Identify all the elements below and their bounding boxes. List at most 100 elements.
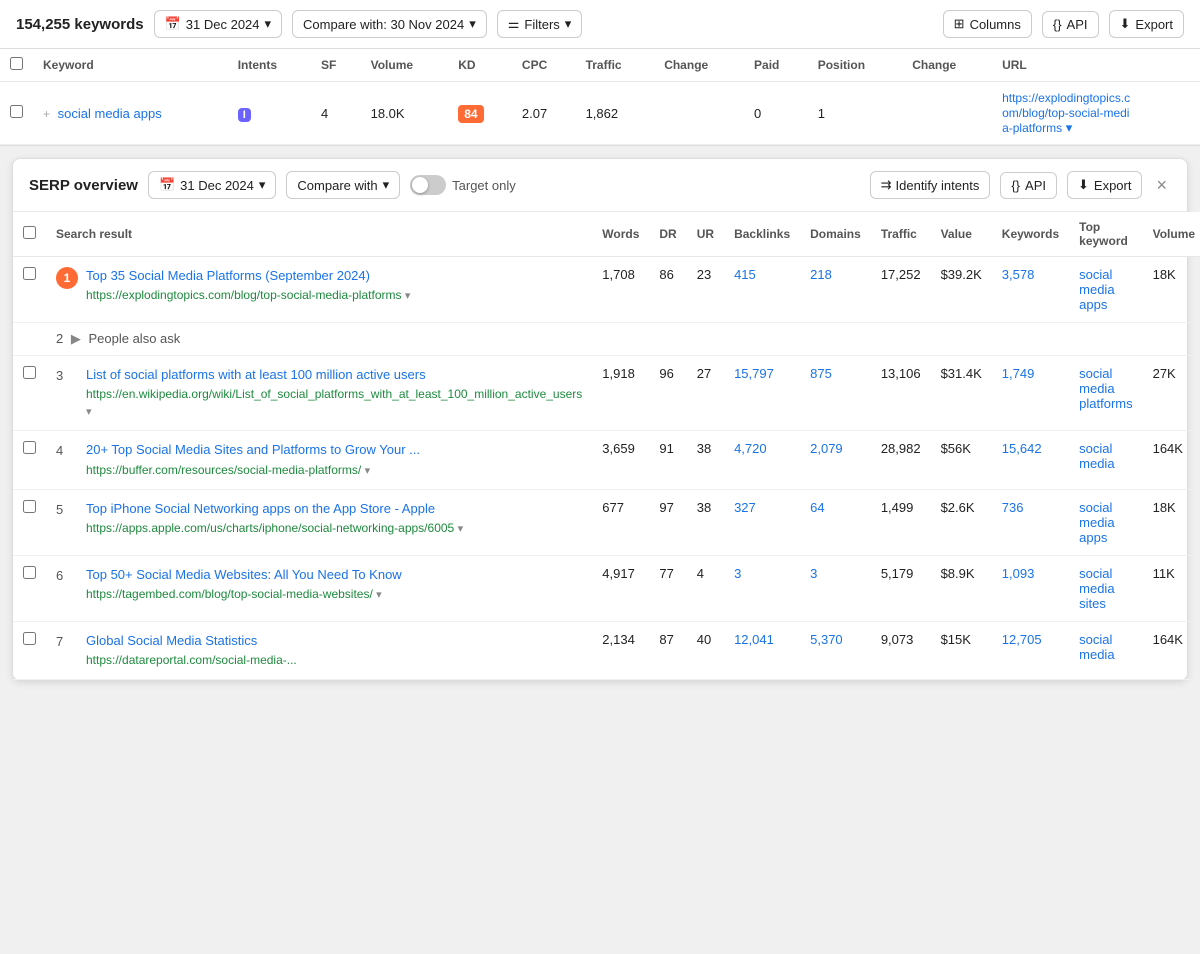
add-icon[interactable]: + xyxy=(43,107,50,121)
col-change: Change xyxy=(654,49,744,82)
keywords-link[interactable]: 1,749 xyxy=(1002,366,1035,381)
row-select-checkbox[interactable] xyxy=(10,105,23,118)
result-title-link[interactable]: 20+ Top Social Media Sites and Platforms… xyxy=(86,442,420,457)
filter-icon: ⚌ xyxy=(508,16,520,32)
identify-intents-button[interactable]: ⇉ Identify intents xyxy=(870,171,991,199)
serp-compare-button[interactable]: Compare with ▾ xyxy=(286,171,400,199)
compare-with-button[interactable]: Compare with: 30 Nov 2024 ▾ xyxy=(292,10,487,38)
backlinks-link[interactable]: 15,797 xyxy=(734,366,774,381)
keywords-link[interactable]: 15,642 xyxy=(1002,441,1042,456)
row-top-keyword: social media apps xyxy=(1069,257,1142,323)
chevron-down-icon: ▾ xyxy=(265,16,272,32)
serp-close-button[interactable]: × xyxy=(1152,175,1171,196)
backlinks-link[interactable]: 327 xyxy=(734,500,756,515)
serp-row-checkbox[interactable] xyxy=(23,500,36,513)
url-expand-icon[interactable]: ▾ xyxy=(458,523,464,535)
result-title-link[interactable]: Global Social Media Statistics xyxy=(86,633,257,648)
col-domains: Domains xyxy=(800,212,871,257)
top-keyword-link[interactable]: social media xyxy=(1079,441,1114,471)
url-expand-icon[interactable]: ▾ xyxy=(365,465,371,477)
row-check xyxy=(13,356,46,431)
target-only-toggle[interactable] xyxy=(410,175,446,195)
row-top-keyword: social media platforms xyxy=(1069,356,1142,431)
result-title-link[interactable]: Top 50+ Social Media Websites: All You N… xyxy=(86,567,402,582)
col-volume: Volume xyxy=(1143,212,1200,257)
keywords-link[interactable]: 1,093 xyxy=(1002,566,1035,581)
row-check xyxy=(13,257,46,323)
export-icon: ⬇ xyxy=(1078,177,1089,193)
row-value: $15K xyxy=(931,621,992,679)
serp-date-button[interactable]: 📅 31 Dec 2024 ▾ xyxy=(148,171,276,199)
row-traffic: 9,073 xyxy=(871,621,931,679)
result-title-link[interactable]: Top iPhone Social Networking apps on the… xyxy=(86,501,435,516)
serp-row-checkbox[interactable] xyxy=(23,366,36,379)
top-keyword-link[interactable]: social media apps xyxy=(1079,267,1114,312)
export-button[interactable]: ⬇ Export xyxy=(1109,10,1184,38)
backlinks-link[interactable]: 4,720 xyxy=(734,441,767,456)
row-traffic: 28,982 xyxy=(871,431,931,490)
serp-select-all[interactable] xyxy=(23,226,36,239)
url-dropdown-icon[interactable]: ▾ xyxy=(1066,120,1073,135)
top-keyword-link[interactable]: social media apps xyxy=(1079,500,1114,545)
domains-link[interactable]: 64 xyxy=(810,500,824,515)
row-cpc: 2.07 xyxy=(512,82,576,145)
result-title-link[interactable]: List of social platforms with at least 1… xyxy=(86,367,426,382)
domains-link[interactable]: 3 xyxy=(810,566,817,581)
row-backlinks: 3 xyxy=(724,555,800,621)
col-cpc: CPC xyxy=(512,49,576,82)
url-expand-icon[interactable]: ▾ xyxy=(405,290,411,302)
top-keyword-link[interactable]: social media sites xyxy=(1079,566,1114,611)
serp-row: 6 Top 50+ Social Media Websites: All You… xyxy=(13,555,1200,621)
keywords-link[interactable]: 12,705 xyxy=(1002,632,1042,647)
filters-button[interactable]: ⚌ Filters ▾ xyxy=(497,10,583,38)
select-all-checkbox[interactable] xyxy=(10,57,23,70)
domains-link[interactable]: 5,370 xyxy=(810,632,843,647)
row-top-keyword: social media xyxy=(1069,431,1142,490)
columns-button[interactable]: ⊞ Columns xyxy=(943,10,1032,38)
col-volume: Volume xyxy=(361,49,449,82)
row-dr: 77 xyxy=(649,555,686,621)
serp-row-checkbox[interactable] xyxy=(23,566,36,579)
keyword-link[interactable]: social media apps xyxy=(58,106,162,121)
serp-row-checkbox[interactable] xyxy=(23,632,36,645)
domains-link[interactable]: 2,079 xyxy=(810,441,843,456)
row-dr: 96 xyxy=(649,356,686,431)
row-ur: 27 xyxy=(687,356,724,431)
row-check xyxy=(13,555,46,621)
date-button[interactable]: 📅 31 Dec 2024 ▾ xyxy=(154,10,282,38)
api-icon: {} xyxy=(1053,17,1062,32)
backlinks-link[interactable]: 3 xyxy=(734,566,741,581)
chevron-down-icon: ▾ xyxy=(469,16,476,32)
serp-api-button[interactable]: {} API xyxy=(1000,172,1057,199)
row-keywords: 736 xyxy=(992,489,1069,555)
row-backlinks: 12,041 xyxy=(724,621,800,679)
serp-row-checkbox[interactable] xyxy=(23,441,36,454)
url-expand-icon[interactable]: ▾ xyxy=(376,589,382,601)
keywords-link[interactable]: 3,578 xyxy=(1002,267,1035,282)
expand-icon[interactable]: ▶ xyxy=(71,331,81,346)
row-check xyxy=(13,621,46,679)
url-expand-icon[interactable]: ▾ xyxy=(86,406,92,418)
chevron-down-icon: ▾ xyxy=(565,16,572,32)
top-keyword-link[interactable]: social media xyxy=(1079,632,1114,662)
api-button[interactable]: {} API xyxy=(1042,11,1099,38)
row-top-keyword: social media sites xyxy=(1069,555,1142,621)
serp-row: 5 Top iPhone Social Networking apps on t… xyxy=(13,489,1200,555)
top-keyword-link[interactable]: social media platforms xyxy=(1079,366,1132,411)
row-words: 3,659 xyxy=(592,431,649,490)
serp-row-checkbox[interactable] xyxy=(23,267,36,280)
row-keywords: 3,578 xyxy=(992,257,1069,323)
serp-export-button[interactable]: ⬇ Export xyxy=(1067,171,1142,199)
paa-row: 2 ▶ People also ask xyxy=(13,323,1200,356)
result-title-link[interactable]: Top 35 Social Media Platforms (September… xyxy=(86,268,370,283)
row-pos-change xyxy=(902,82,992,145)
domains-link[interactable]: 875 xyxy=(810,366,832,381)
row-domains: 3 xyxy=(800,555,871,621)
row-result: 3 List of social platforms with at least… xyxy=(46,356,592,431)
keywords-link[interactable]: 736 xyxy=(1002,500,1024,515)
backlinks-link[interactable]: 12,041 xyxy=(734,632,774,647)
domains-link[interactable]: 218 xyxy=(810,267,832,282)
backlinks-link[interactable]: 415 xyxy=(734,267,756,282)
col-keywords: Keywords xyxy=(992,212,1069,257)
row-result: 4 20+ Top Social Media Sites and Platfor… xyxy=(46,431,592,490)
